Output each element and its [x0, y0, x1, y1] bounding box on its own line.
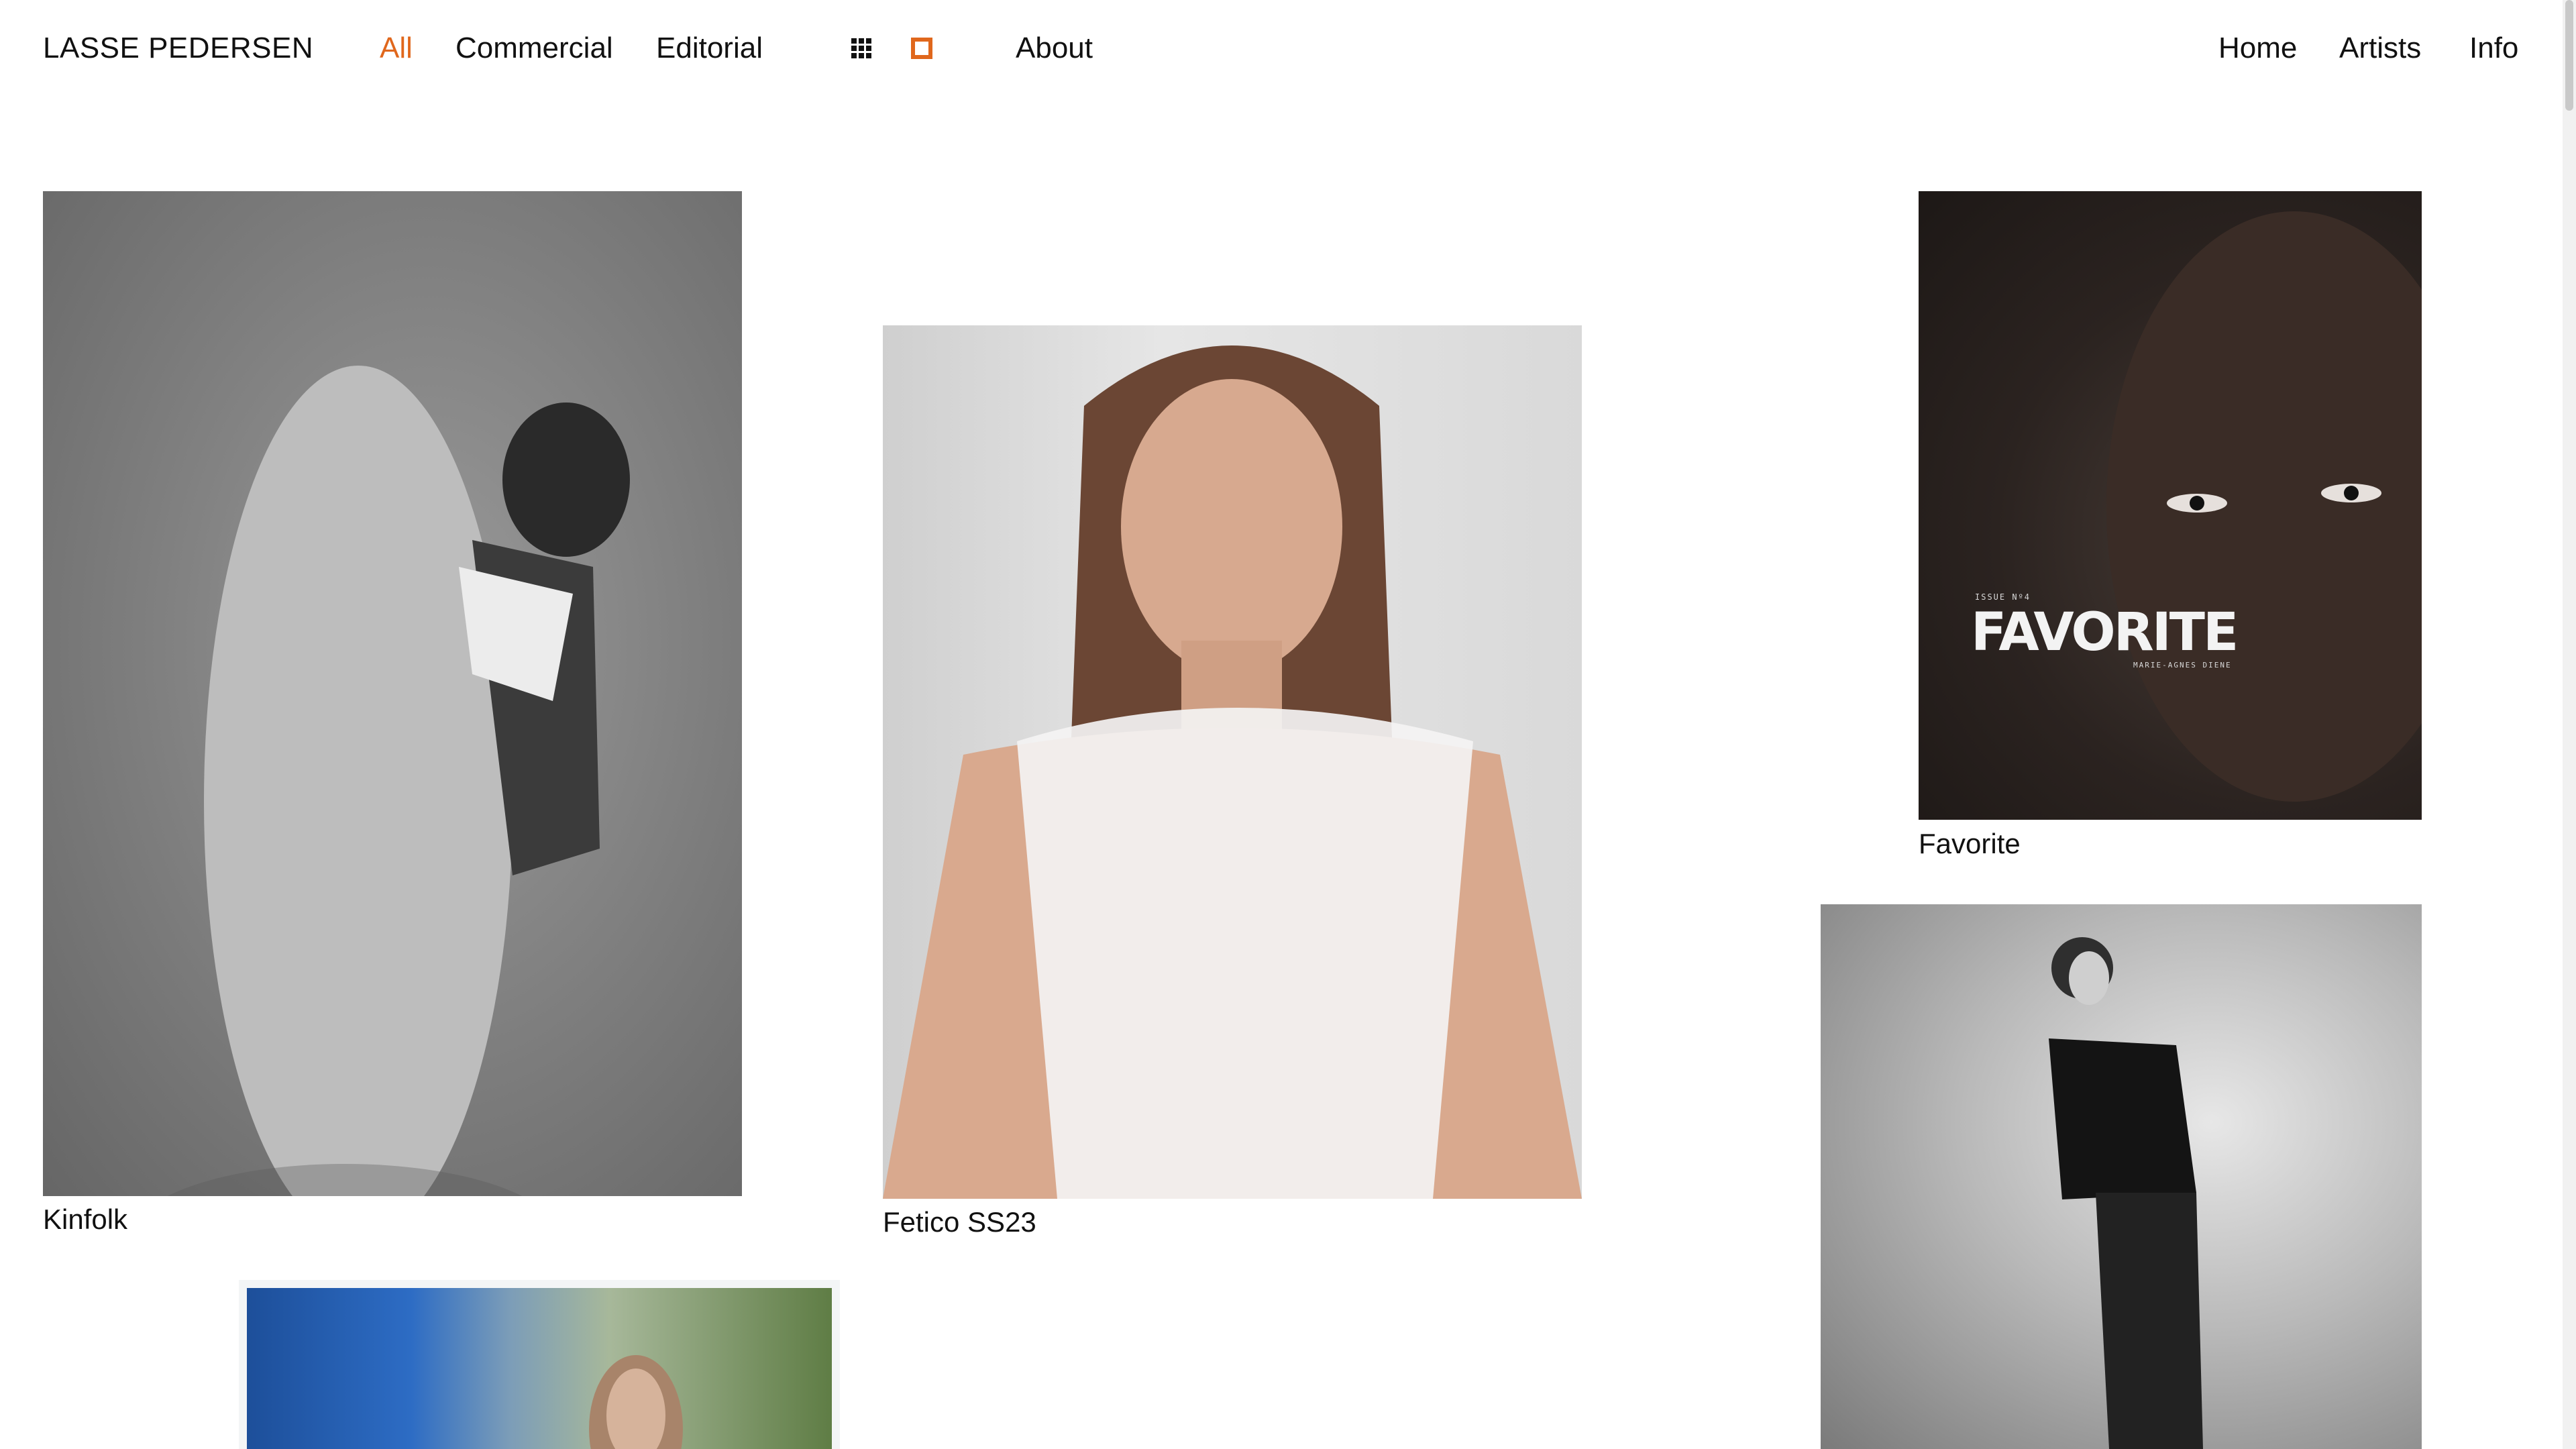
- cover-subtitle: MARIE-AGNES DIENE: [2133, 661, 2232, 669]
- gallery-image-polaroid[interactable]: [239, 1280, 840, 1449]
- gallery-caption-favorite[interactable]: Favorite: [1919, 826, 2021, 861]
- top-bar: LASSE PEDERSEN All Commercial Editorial …: [0, 0, 2563, 101]
- gallery-caption-kinfolk[interactable]: Kinfolk: [43, 1202, 127, 1237]
- gallery-caption-fetico[interactable]: Fetico SS23: [883, 1205, 1036, 1240]
- gallery-image-kinfolk[interactable]: [43, 191, 742, 1196]
- polaroid-photo: [247, 1288, 832, 1449]
- gallery-image-favorite[interactable]: ISSUE Nº4 FAVORITE MARIE-AGNES DIENE: [1919, 191, 2422, 820]
- nav-home[interactable]: Home: [2218, 28, 2297, 68]
- page-scrollbar[interactable]: [2563, 0, 2576, 1449]
- site-brand[interactable]: LASSE PEDERSEN: [43, 28, 313, 68]
- grid-view-icon[interactable]: [851, 38, 872, 59]
- filter-editorial[interactable]: Editorial: [656, 28, 763, 68]
- cover-issue: ISSUE Nº4: [1975, 592, 2031, 602]
- nav-info[interactable]: Info: [2469, 28, 2518, 68]
- filter-commercial[interactable]: Commercial: [455, 28, 613, 68]
- scrollbar-thumb[interactable]: [2565, 0, 2573, 111]
- single-view-icon[interactable]: [911, 38, 932, 59]
- about-link[interactable]: About: [1016, 28, 1093, 68]
- filter-all[interactable]: All: [380, 28, 413, 68]
- gallery-image-portrait[interactable]: [1821, 904, 2422, 1449]
- gallery-image-fetico[interactable]: [883, 325, 1582, 1199]
- nav-artists[interactable]: Artists: [2339, 28, 2421, 68]
- cover-title: FAVORITE: [1971, 602, 2239, 663]
